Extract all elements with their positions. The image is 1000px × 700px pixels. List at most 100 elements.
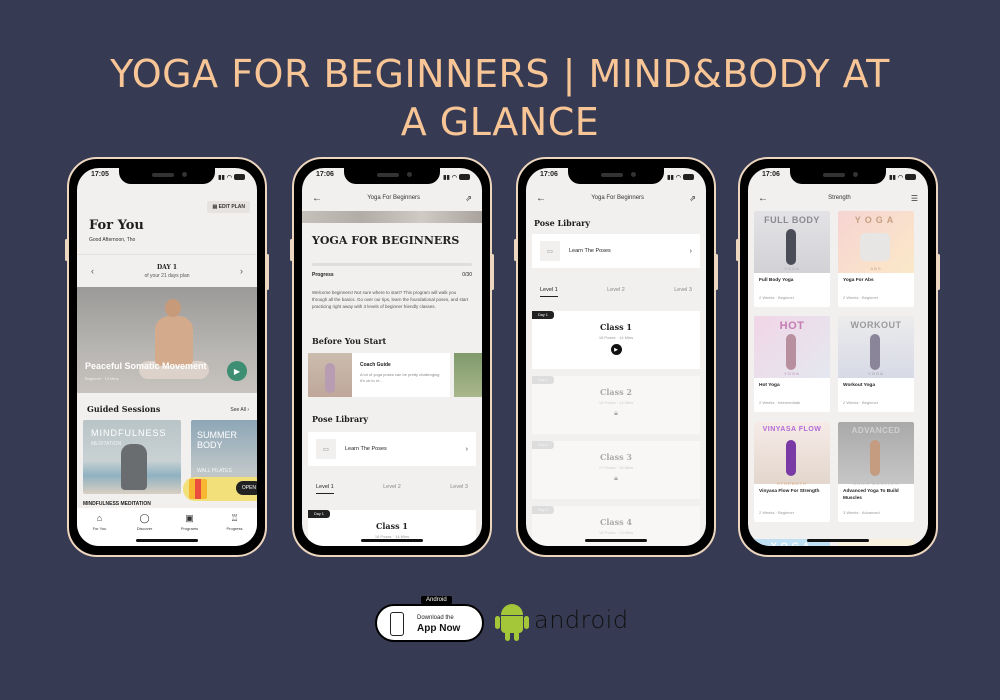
tab-level-3[interactable]: Level 3 (450, 484, 468, 498)
headline-line-2: A GLANCE (400, 100, 600, 144)
programs-icon: ▣ (185, 513, 194, 523)
edit-plan-label: EDIT PLAN (218, 204, 245, 210)
program-image-subtitle: YOGA (868, 371, 884, 376)
play-button[interactable]: ▶ (610, 344, 622, 355)
page-title: For You (89, 218, 144, 233)
hero-subtitle: Beginner · 13 Mins (85, 376, 119, 381)
chevron-right-icon: › (465, 445, 468, 453)
program-meta: 2 Weeks · Beginner (843, 295, 879, 300)
learn-poses-row[interactable]: ▭ Learn The Poses › (308, 432, 476, 466)
tab-level-2[interactable]: Level 2 (383, 484, 401, 498)
tab-label: Discover (136, 526, 153, 531)
play-button[interactable]: ▶ (227, 361, 247, 381)
edit-plan-button[interactable]: ▤ EDIT PLAN (207, 201, 250, 213)
battery-icon (905, 174, 916, 180)
headline-line-1: YOGA FOR BEGINNERS | MIND&BODY AT (110, 52, 890, 96)
program-card[interactable]: VINYASA FLOW STRENGTH Vinyasa Flow For S… (754, 422, 830, 522)
android-tag: Android (421, 596, 452, 604)
share-icon[interactable]: ⇗ (689, 194, 696, 203)
gift-icon (189, 479, 207, 499)
trophy-icon: ♖ (230, 513, 239, 523)
power-button (266, 254, 269, 290)
class-title: Class 3 (600, 452, 632, 462)
program-card[interactable]: FULL BODY YOGA Full Body Yoga 2 Weeks · … (754, 211, 830, 307)
tab-level-1[interactable]: Level 1 (316, 484, 334, 494)
next-guide-card[interactable] (454, 353, 482, 397)
power-button (937, 254, 940, 290)
notch (119, 168, 215, 184)
screen-strength: 17:06 ▮▮ ◠ ← Strength ☰ FULL BODY YOGA Fu… (748, 168, 928, 546)
yoga-pose-figure (870, 334, 880, 370)
phone-program-overview: 17:06 ▮▮ ◠ ← Yoga For Beginners ⇗ YOGA FO… (290, 157, 494, 557)
status-time: 17:06 (316, 171, 334, 178)
program-card[interactable]: YOGA ABS Yoga For Abs 2 Weeks · Beginner (838, 211, 914, 307)
screen-class-list: 17:06 ▮▮ ◠ ← Yoga For Beginners ⇗ Pose Li… (526, 168, 706, 546)
program-image-title: FULL BODY (764, 215, 820, 225)
tab-progress[interactable]: ♖ Progress (213, 513, 257, 546)
nav-title: Yoga For Beginners (367, 195, 421, 201)
home-icon: ⌂ (96, 513, 103, 523)
program-card[interactable]: HOT YOGA Hot Yoga 2 Weeks · Intermediate (754, 316, 830, 412)
back-arrow-icon[interactable]: ← (536, 193, 546, 204)
program-card[interactable]: ADVANCED BUILD MUSCLES Advanced Yoga To … (838, 422, 914, 522)
yoga-pose-figure (870, 440, 880, 476)
signal-icon: ▮▮ (218, 174, 225, 181)
program-meta: 2 Weeks · Beginner (843, 400, 879, 405)
learn-poses-row[interactable]: ▭ Learn The Poses › (532, 234, 700, 268)
prev-day-button[interactable]: ‹ (91, 266, 94, 276)
yoga-pose-figure (786, 229, 796, 265)
program-image-title: WORKOUT (850, 320, 902, 330)
badge-pill: Download the App Now (375, 604, 484, 642)
program-image-subtitle: YOGA (784, 266, 800, 271)
tab-level-2[interactable]: Level 2 (607, 287, 625, 301)
filter-icon[interactable]: ☰ (911, 194, 918, 203)
home-indicator (585, 539, 647, 542)
program-title: Yoga For Abs (843, 278, 874, 283)
signal-icon: ▮▮ (443, 174, 450, 181)
next-day-button[interactable]: › (240, 266, 243, 276)
day-badge: Day 4 (532, 506, 554, 514)
progress-value: 0/30 (462, 272, 472, 278)
class-title: Class 4 (600, 517, 632, 527)
lock-icon: 🔒︎ (614, 410, 618, 417)
day-badge: Day 1 (308, 510, 330, 518)
badge-line-1: Download the (417, 615, 454, 621)
tab-level-3[interactable]: Level 3 (674, 287, 692, 301)
open-gift-button[interactable]: OPEN (235, 481, 257, 495)
search-icon: ◯ (139, 513, 150, 523)
wifi-icon: ◠ (226, 174, 232, 181)
tab-level-1[interactable]: Level 1 (540, 287, 558, 297)
status-time: 17:06 (540, 171, 558, 178)
hero-session-card[interactable]: Peaceful Somatic Movement Beginner · 13 … (77, 287, 257, 393)
phone-strength: 17:06 ▮▮ ◠ ← Strength ☰ FULL BODY YOGA Fu… (736, 157, 940, 557)
class-title: Class 1 (600, 322, 632, 332)
tab-for-you[interactable]: ⌂ For You (78, 513, 122, 546)
program-meta: 2 Weeks · Intermediate (759, 400, 801, 405)
notch (568, 168, 664, 184)
screen-for-you: 17:05 ▮▮ ◠ ▤ EDIT PLAN For You Good After… (77, 168, 257, 546)
class-card[interactable]: Day 1 Class 1 16 Poses · 14 Mins ▶ (532, 311, 700, 369)
gift-banner[interactable]: OPEN (183, 477, 257, 501)
share-icon[interactable]: ⇗ (465, 194, 472, 203)
coach-guide-card[interactable]: Coach Guide A lot of yoga poses can be p… (308, 353, 450, 397)
class-subtitle: 15 Poses · 13 Mins (598, 530, 634, 535)
class-subtitle: 16 Poses · 14 Mins (598, 400, 634, 405)
day-selector: ‹ DAY 1 of your 21 days plan › (77, 254, 257, 287)
see-all-link[interactable]: See All › (230, 407, 249, 413)
class-card-locked[interactable]: Day 2 Class 2 16 Poses · 14 Mins 🔒︎ (532, 376, 700, 434)
program-banner-image (302, 211, 482, 223)
program-image-subtitle: YOGA (784, 371, 800, 376)
pose-library-title: Pose Library (312, 414, 369, 424)
tab-label: Programs (180, 526, 199, 531)
play-icon: ▶ (614, 346, 618, 353)
nav-bar: ← Strength ☰ (748, 188, 928, 208)
mindfulness-card[interactable]: MINDFULNESS MEDITATION (83, 420, 181, 494)
download-app-badge[interactable]: Android Download the App Now (375, 596, 484, 642)
program-image-subtitle: BUILD MUSCLES (853, 481, 899, 486)
program-card[interactable]: WORKOUT YOGA Workout Yoga 2 Weeks · Begi… (838, 316, 914, 412)
back-arrow-icon[interactable]: ← (312, 193, 322, 204)
back-arrow-icon[interactable]: ← (758, 193, 768, 204)
class-card-locked[interactable]: Day 3 Class 3 17 Poses · 15 Mins 🔒︎ (532, 441, 700, 499)
wifi-icon: ◠ (451, 174, 457, 181)
power-button (491, 254, 494, 290)
